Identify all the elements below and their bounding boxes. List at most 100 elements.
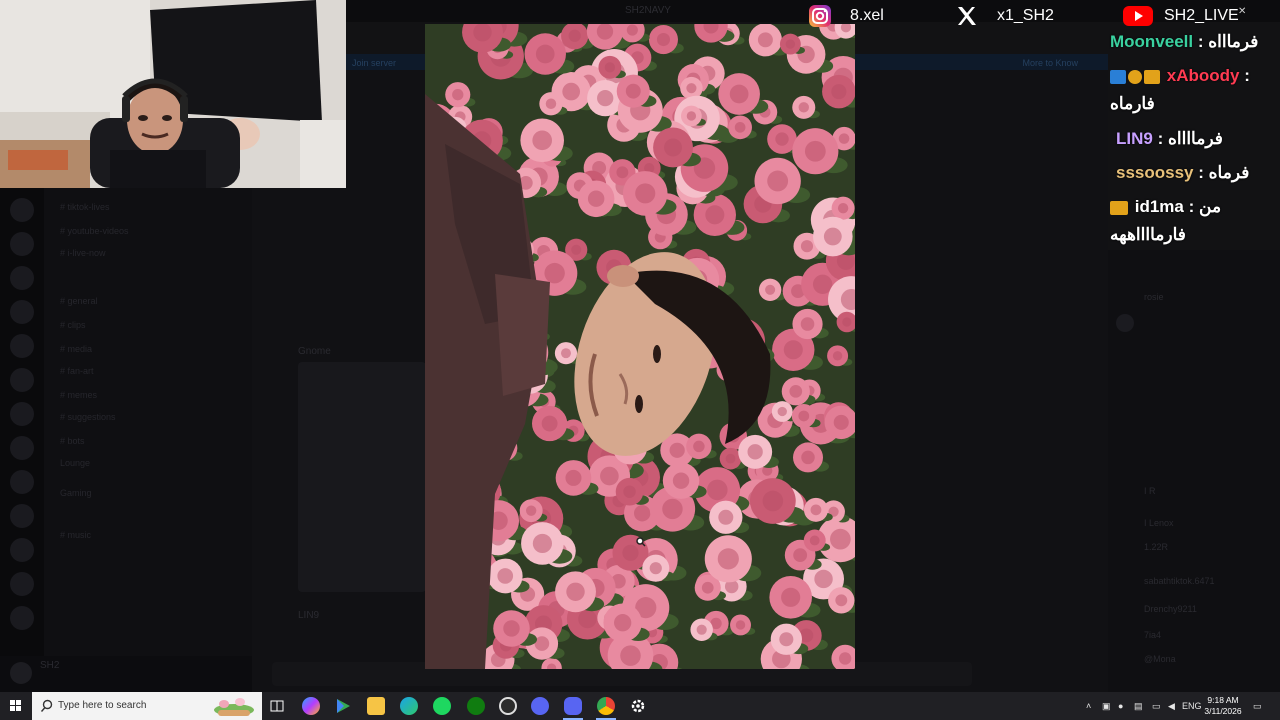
server-icon[interactable] <box>10 538 34 562</box>
server-icon[interactable] <box>10 232 34 256</box>
banner-right-text[interactable]: More to Know <box>1022 58 1078 68</box>
x-link[interactable]: x1_SH2 <box>955 2 1054 30</box>
channel-item[interactable]: # bots <box>60 436 85 448</box>
channel-item[interactable]: # music <box>60 530 91 542</box>
copilot-icon[interactable] <box>302 697 320 715</box>
member-avatar[interactable] <box>1116 314 1134 332</box>
channel-item[interactable]: # youtube-videos <box>60 226 129 238</box>
chat-message: LIN9 : فرمااااه <box>1116 129 1280 149</box>
discord-icon[interactable] <box>564 697 582 715</box>
channel-item[interactable]: # i-live-now <box>60 248 106 260</box>
member-name[interactable]: I Lenox <box>1144 518 1174 530</box>
close-icon[interactable]: ✕ <box>1238 6 1246 17</box>
obs-icon[interactable] <box>499 697 517 715</box>
rose-center-mark <box>686 83 697 94</box>
rose-center-mark <box>701 581 714 594</box>
xbox-icon[interactable] <box>467 697 485 715</box>
user-name: SH2 <box>40 660 60 671</box>
rose-center-mark <box>616 166 629 179</box>
chevron-up-icon[interactable]: ˄ <box>1086 701 1091 711</box>
tray-app-icon[interactable]: ▣ <box>1102 701 1111 712</box>
message-author[interactable]: LIN9 <box>298 610 319 621</box>
rose-center-mark <box>801 450 815 465</box>
edge-icon[interactable] <box>400 697 418 715</box>
member-name[interactable]: @Mona <box>1144 654 1176 666</box>
spotify-icon[interactable] <box>433 697 451 715</box>
discord-ptb-icon[interactable] <box>531 697 549 715</box>
rose-center-mark <box>562 82 581 101</box>
server-icon[interactable] <box>10 470 34 494</box>
volume-icon[interactable]: ◀ <box>1168 701 1175 712</box>
channel-item[interactable]: # fan-art <box>60 366 94 378</box>
server-icon[interactable] <box>10 266 34 290</box>
badge-icon <box>1128 69 1142 84</box>
server-icon[interactable] <box>10 198 34 222</box>
rose-center-mark <box>693 440 705 453</box>
tray-app-icon[interactable]: ▤ <box>1134 701 1143 712</box>
server-icon[interactable] <box>10 572 34 596</box>
rose-center-mark <box>622 544 639 561</box>
user-avatar[interactable] <box>10 662 32 684</box>
rose-center-mark <box>626 24 638 36</box>
chat-message: id1ma : من <box>1110 197 1280 217</box>
windows-icon <box>10 700 21 711</box>
server-icon[interactable] <box>10 368 34 392</box>
channel-item[interactable]: Gaming <box>60 488 92 500</box>
user-panel: SH2 <box>0 656 252 692</box>
rose-center-mark <box>734 121 746 133</box>
member-name[interactable]: rosie <box>1144 292 1164 304</box>
rose-center-mark <box>662 498 683 520</box>
task-view-icon[interactable] <box>268 697 286 715</box>
channel-item[interactable]: # media <box>60 344 92 356</box>
server-icon[interactable] <box>10 606 34 630</box>
settings-icon[interactable] <box>629 697 647 715</box>
banner-left-text[interactable]: Join server <box>352 58 396 68</box>
chat-text: : <box>1244 66 1250 85</box>
language-indicator[interactable]: ENG <box>1182 701 1202 711</box>
rose-center-mark <box>635 183 656 204</box>
channel-item[interactable]: Lounge <box>60 458 90 470</box>
server-icon[interactable] <box>10 504 34 528</box>
channel-item[interactable]: # general <box>60 296 98 308</box>
play-store-icon[interactable] <box>334 697 352 715</box>
rose-center-mark <box>707 479 728 501</box>
taskbar-clock[interactable]: 9:18 AM 3/11/2026 <box>1200 695 1246 717</box>
rose-center-mark <box>597 90 614 107</box>
channel-item[interactable]: # clips <box>60 320 86 332</box>
network-icon[interactable]: ▭ <box>1152 701 1161 712</box>
server-icon[interactable] <box>10 436 34 460</box>
file-explorer-icon[interactable] <box>367 697 385 715</box>
server-icon[interactable] <box>10 300 34 324</box>
rose-center-mark <box>812 274 833 294</box>
notification-icon[interactable]: ▭ <box>1253 701 1262 712</box>
rose-center-mark <box>560 348 571 359</box>
rose-center-mark <box>532 533 553 554</box>
rose-center-mark <box>831 84 847 100</box>
member-name[interactable]: Drenchy9211 <box>1144 604 1197 616</box>
rose-center-mark <box>725 453 736 464</box>
channel-item[interactable]: # tiktok-lives <box>60 202 110 214</box>
chat-username: xAboody <box>1166 66 1240 85</box>
rose-center-mark <box>838 652 852 665</box>
member-name[interactable]: 1.22R <box>1144 542 1168 554</box>
window-title: SH2NAVY <box>625 5 671 16</box>
taskbar-search-box[interactable]: Type here to search <box>32 692 262 720</box>
rose-center-mark <box>625 83 641 99</box>
youtube-link[interactable]: SH2_LIVE <box>1122 2 1239 30</box>
shared-photo[interactable] <box>425 24 855 669</box>
member-name[interactable]: sabathtiktok.6471 <box>1144 576 1215 588</box>
server-icon[interactable] <box>10 402 34 426</box>
microphone-icon[interactable]: ● <box>1118 701 1123 711</box>
member-name[interactable]: I R <box>1144 486 1156 498</box>
channel-item[interactable]: # suggestions <box>60 412 116 424</box>
rose-center-mark <box>718 509 734 525</box>
server-icon[interactable] <box>10 334 34 358</box>
start-button[interactable] <box>0 692 32 720</box>
channel-item[interactable]: # memes <box>60 390 97 402</box>
instagram-link[interactable]: 8.xel <box>808 2 884 30</box>
message-attachment[interactable] <box>298 362 426 592</box>
chrome-icon[interactable] <box>597 697 615 715</box>
member-name[interactable]: 7ia4 <box>1144 630 1161 642</box>
rose-center-mark <box>735 620 746 630</box>
message-author[interactable]: Gnome <box>298 346 331 357</box>
